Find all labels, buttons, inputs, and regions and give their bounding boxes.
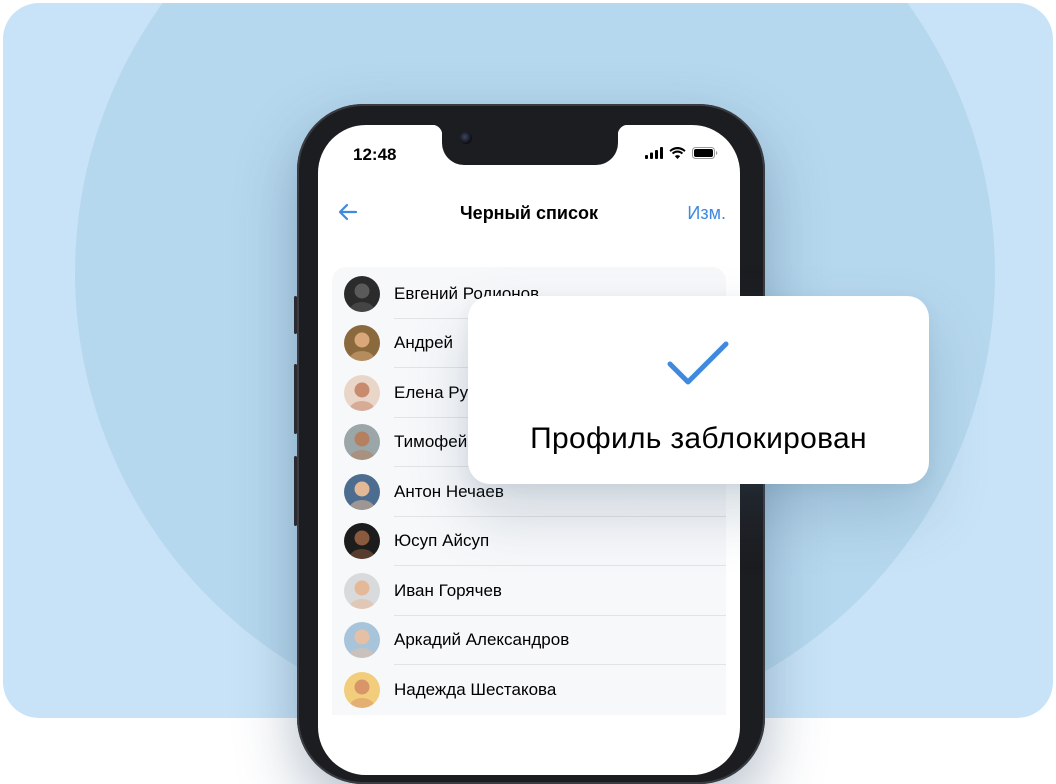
avatar [344, 671, 380, 708]
toast-message: Профиль заблокирован [530, 422, 867, 455]
user-name: Юсуп Айсуп [394, 531, 490, 551]
list-item[interactable]: Юсуп Айсуп [332, 517, 726, 566]
avatar [344, 473, 380, 510]
phone-notch [432, 125, 628, 165]
user-name: Надежда Шестакова [394, 679, 557, 699]
user-name: Иван Горячев [394, 580, 502, 600]
list-item[interactable]: Надежда Шестакова [332, 665, 726, 715]
avatar [344, 572, 380, 609]
avatar [344, 424, 380, 461]
phone-mute-switch [294, 296, 297, 334]
list-item[interactable]: Иван Горячев [332, 566, 726, 616]
user-name: Тимофей [394, 432, 468, 452]
avatar [344, 275, 380, 312]
front-camera [460, 132, 472, 144]
wifi-icon [669, 147, 686, 159]
avatar [344, 374, 380, 411]
user-name: Аркадий Александров [394, 630, 570, 650]
list-item[interactable]: Аркадий Александров [332, 616, 726, 665]
toast-notification: Профиль заблокирован [468, 296, 929, 484]
avatar [344, 325, 380, 362]
signal-icon [645, 147, 663, 159]
checkmark-icon [667, 341, 729, 385]
avatar [344, 523, 380, 560]
avatar [344, 622, 380, 659]
phone-volume-down [294, 456, 297, 526]
phone-volume-up [294, 364, 297, 434]
page-title: Черный список [460, 203, 598, 223]
user-name: Андрей [394, 333, 454, 353]
status-time: 12:48 [353, 145, 397, 164]
edit-button[interactable]: Изм. [687, 203, 726, 224]
user-name: Антон Нечаев [394, 481, 504, 501]
status-icons [645, 147, 718, 159]
user-name: Елена Ру [394, 382, 469, 402]
battery-icon [692, 147, 718, 159]
